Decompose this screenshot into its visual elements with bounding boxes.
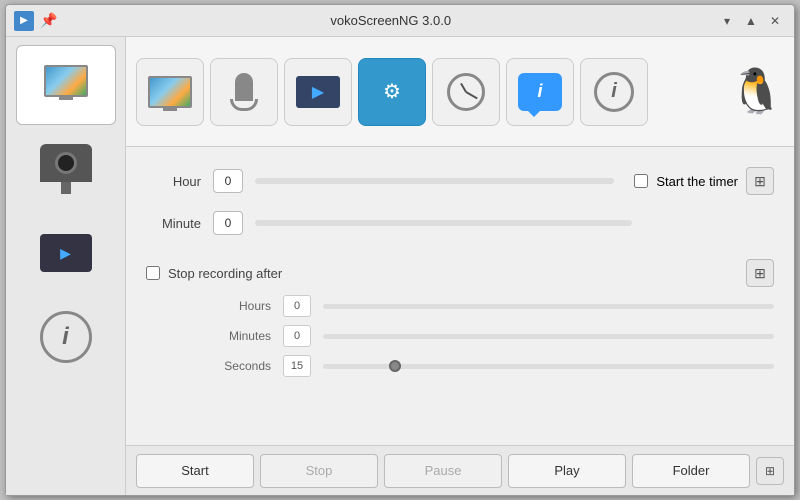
toolbar-settings-icon: ⚙ bbox=[374, 74, 410, 110]
titlebar: ▶ 📌 vokoScreenNG 3.0.0 ▾ ▲ ✕ bbox=[6, 5, 794, 37]
stop-button[interactable]: Stop bbox=[260, 454, 378, 488]
folder-button[interactable]: Folder bbox=[632, 454, 750, 488]
hour-value: 0 bbox=[213, 169, 243, 193]
toolbar-screen-btn[interactable] bbox=[136, 58, 204, 126]
toolbar-info-icon: i bbox=[594, 72, 634, 112]
content-panel: ▶ ⚙ i i 🐧 bbox=[126, 37, 794, 495]
stop-minutes-slider[interactable] bbox=[323, 334, 774, 339]
minute-label: Minute bbox=[146, 216, 201, 231]
toolbar-player-icon: ▶ bbox=[296, 76, 340, 108]
toolbar-clock-icon bbox=[447, 73, 485, 111]
stop-minutes-row: Minutes 0 bbox=[206, 325, 774, 347]
toolbar-info-btn[interactable]: i bbox=[580, 58, 648, 126]
toolbar-player-btn[interactable]: ▶ bbox=[284, 58, 352, 126]
main-window: ▶ 📌 vokoScreenNG 3.0.0 ▾ ▲ ✕ bbox=[5, 4, 795, 496]
stop-minutes-label: Minutes bbox=[206, 329, 271, 343]
stop-hours-row: Hours 0 bbox=[206, 295, 774, 317]
stop-info-btn[interactable]: ⊞ bbox=[746, 259, 774, 287]
minute-slider[interactable] bbox=[255, 220, 632, 226]
tux-icon: 🐧 bbox=[729, 70, 784, 114]
stop-hours-slider[interactable] bbox=[323, 304, 774, 309]
stop-hours-label: Hours bbox=[206, 299, 271, 313]
window-title: vokoScreenNG 3.0.0 bbox=[65, 13, 716, 28]
minimize-button[interactable]: ▲ bbox=[740, 10, 762, 32]
minute-value: 0 bbox=[213, 211, 243, 235]
start-timer-checkbox[interactable] bbox=[634, 174, 648, 188]
play-button[interactable]: Play bbox=[508, 454, 626, 488]
stop-seconds-value: 15 bbox=[283, 355, 311, 377]
stop-seconds-slider[interactable] bbox=[323, 364, 774, 369]
stop-minutes-value: 0 bbox=[283, 325, 311, 347]
start-button[interactable]: Start bbox=[136, 454, 254, 488]
sidebar-item-info[interactable]: i bbox=[16, 297, 116, 377]
stop-section: Stop recording after ⊞ Hours 0 Minutes bbox=[146, 259, 774, 377]
info-icon: i bbox=[40, 311, 92, 363]
stop-hours-value: 0 bbox=[283, 295, 311, 317]
toolbar-settings-btn[interactable]: ⚙ bbox=[358, 58, 426, 126]
pause-button[interactable]: Pause bbox=[384, 454, 502, 488]
hour-label: Hour bbox=[146, 174, 201, 189]
sidebar-item-player[interactable] bbox=[16, 213, 116, 293]
toolbar: ▶ ⚙ i i 🐧 bbox=[126, 37, 794, 147]
stop-seconds-label: Seconds bbox=[206, 359, 271, 373]
start-timer-label: Start the timer bbox=[656, 174, 738, 189]
hour-slider[interactable] bbox=[255, 178, 614, 184]
content-area: Hour 0 Start the timer ⊞ Minute 0 bbox=[126, 147, 794, 445]
bottom-bar: Start Stop Pause Play Folder ⊞ bbox=[126, 445, 794, 495]
sidebar-item-screen-capture[interactable] bbox=[16, 45, 116, 125]
dropdown-button[interactable]: ▾ bbox=[716, 10, 738, 32]
stop-recording-label: Stop recording after bbox=[168, 266, 282, 281]
minute-row: Minute 0 bbox=[146, 211, 774, 235]
timer-info-btn[interactable]: ⊞ bbox=[746, 167, 774, 195]
stop-recording-checkbox[interactable] bbox=[146, 266, 160, 280]
stop-sliders: Hours 0 Minutes 0 Seconds bbox=[146, 295, 774, 377]
hour-row: Hour 0 Start the timer ⊞ bbox=[146, 167, 774, 195]
toolbar-screen-icon bbox=[148, 76, 192, 108]
app-icon: ▶ bbox=[14, 11, 34, 31]
webcam-icon bbox=[36, 144, 96, 194]
toolbar-timer-btn[interactable] bbox=[432, 58, 500, 126]
toolbar-mic-icon bbox=[230, 73, 258, 111]
sidebar-item-webcam[interactable] bbox=[16, 129, 116, 209]
toolbar-audio-btn[interactable] bbox=[210, 58, 278, 126]
sidebar: i bbox=[6, 37, 126, 495]
main-area: i ▶ ⚙ bbox=[6, 37, 794, 495]
pin-icon[interactable]: 📌 bbox=[40, 12, 57, 29]
toolbar-chat-icon: i bbox=[518, 73, 562, 111]
window-controls: ▾ ▲ ✕ bbox=[716, 10, 786, 32]
close-button[interactable]: ✕ bbox=[764, 10, 786, 32]
toolbar-chat-btn[interactable]: i bbox=[506, 58, 574, 126]
stop-seconds-row: Seconds 15 bbox=[206, 355, 774, 377]
screen-capture-icon bbox=[44, 65, 88, 97]
stop-header: Stop recording after ⊞ bbox=[146, 259, 774, 287]
bottom-info-btn[interactable]: ⊞ bbox=[756, 457, 784, 485]
player-icon bbox=[40, 234, 92, 272]
